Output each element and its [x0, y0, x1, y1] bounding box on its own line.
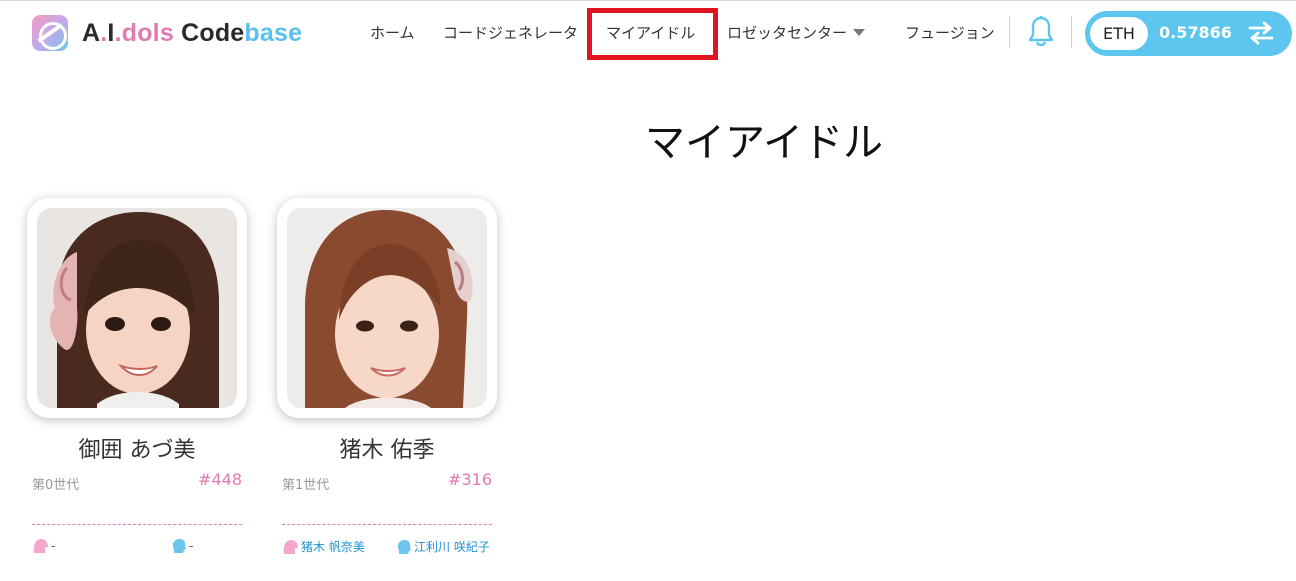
- wallet-balance-button[interactable]: ETH 0.57866: [1085, 11, 1292, 56]
- idol-portrait: [37, 208, 237, 408]
- balance-amount: 0.57866: [1159, 23, 1232, 42]
- father-info[interactable]: 江利川 咲紀子: [396, 538, 490, 555]
- nav-fusion[interactable]: フュージョン: [905, 22, 995, 44]
- mother-info[interactable]: 猪木 帆奈美: [282, 538, 365, 555]
- female-head-icon: [283, 539, 298, 554]
- site-logo[interactable]: A.I.dols Codebase: [32, 14, 302, 52]
- idol-id: #316: [448, 470, 492, 489]
- father-info: -: [171, 538, 193, 554]
- idol-photo-frame: [27, 198, 247, 418]
- idol-photo-frame: [277, 198, 497, 418]
- idol-name: 御囲 あづ美: [78, 438, 196, 463]
- idol-generation: 第0世代: [32, 478, 80, 493]
- idol-card[interactable]: 御囲 あづ美 第0世代 #448 - -: [27, 198, 247, 560]
- logo-text: A.I.dols Codebase: [82, 18, 303, 47]
- nav-code-generator[interactable]: コードジェネレータ: [443, 22, 578, 44]
- nav-rosetta-center[interactable]: ロゼッタセンター: [727, 22, 866, 44]
- male-head-icon: [397, 539, 411, 554]
- logo-mark-icon: [32, 15, 68, 51]
- idol-generation: 第1世代: [282, 478, 330, 493]
- mother-name-link[interactable]: 猪木 帆奈美: [301, 538, 365, 555]
- nav-my-idols[interactable]: マイアイドル: [606, 22, 695, 44]
- idol-portrait: [287, 208, 487, 408]
- page-title: マイアイドル: [645, 120, 883, 166]
- idol-id: #448: [198, 470, 242, 489]
- mother-name: -: [51, 539, 56, 553]
- swap-arrows-icon[interactable]: [1247, 20, 1275, 46]
- card-divider: [32, 524, 242, 525]
- father-name-link[interactable]: 江利川 咲紀子: [414, 538, 490, 555]
- nav-divider: [1071, 16, 1072, 48]
- bell-icon[interactable]: [1026, 15, 1056, 49]
- father-name: -: [189, 539, 194, 553]
- idol-card[interactable]: 猪木 佑季 第1世代 #316 猪木 帆奈美 江利川 咲紀子: [277, 198, 497, 560]
- nav-home[interactable]: ホーム: [370, 22, 415, 44]
- site-header: A.I.dols Codebase ホーム コードジェネレータ マイアイドル ロ…: [0, 0, 1296, 66]
- female-head-icon: [33, 539, 48, 553]
- card-divider: [282, 524, 492, 525]
- nav-rosetta-center-label: ロゼッタセンター: [727, 24, 848, 42]
- chevron-down-icon: [853, 29, 866, 36]
- idol-name: 猪木 佑季: [339, 438, 435, 463]
- nav-divider: [1009, 16, 1010, 48]
- currency-badge: ETH: [1090, 17, 1148, 50]
- mother-info: -: [32, 538, 55, 554]
- male-head-icon: [172, 538, 186, 553]
